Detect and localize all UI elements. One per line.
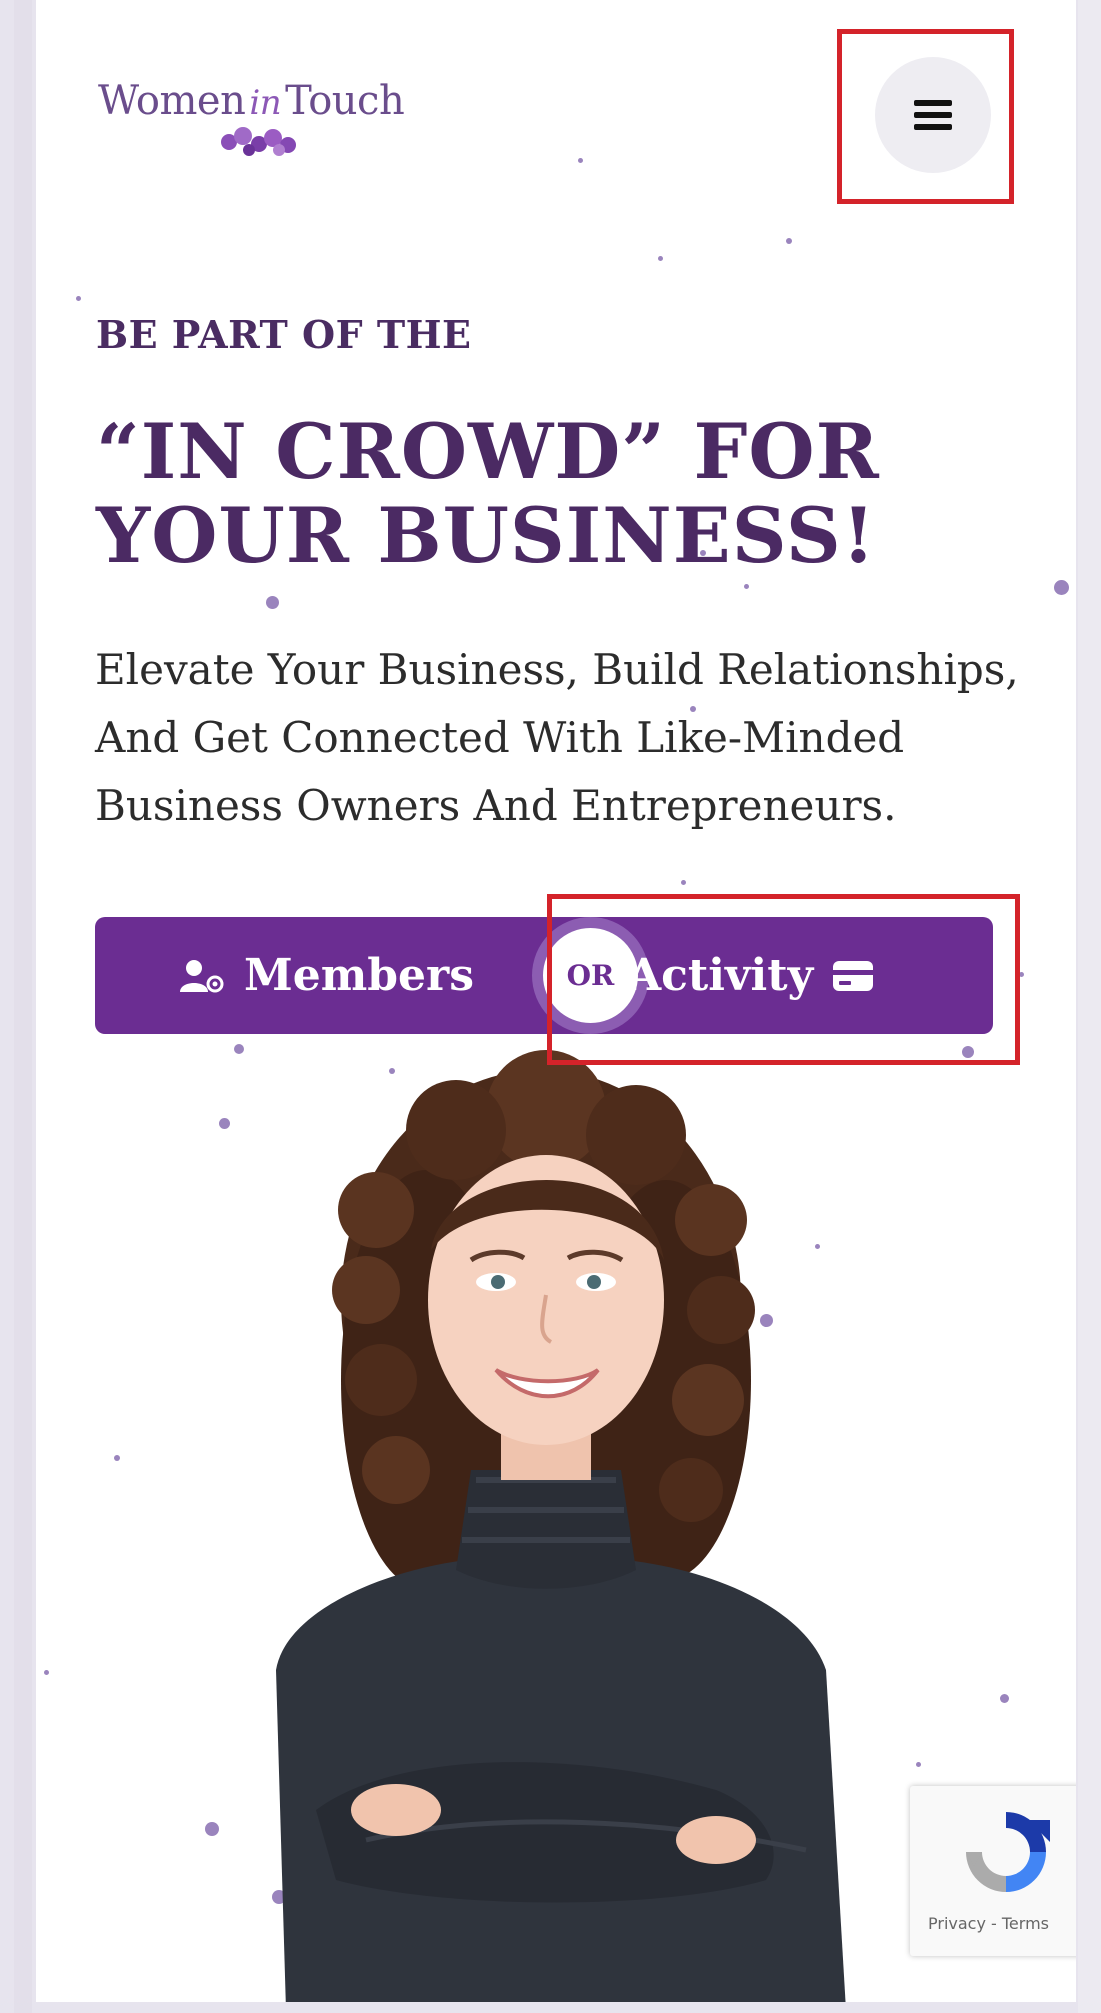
decor-dot	[1019, 972, 1024, 977]
decor-dot	[219, 1118, 230, 1129]
logo-word-women: Women	[98, 78, 246, 124]
decor-dot	[916, 1762, 921, 1767]
decor-dot	[962, 1046, 974, 1058]
hamburger-menu-icon	[914, 100, 952, 130]
activity-label: Activity	[627, 950, 814, 1001]
decor-dot	[114, 1455, 120, 1461]
decor-dot	[234, 1044, 244, 1054]
recaptcha-icon	[966, 1812, 1050, 1892]
members-button[interactable]: Members	[180, 917, 474, 1034]
logo-word-touch: Touch	[285, 78, 405, 124]
decor-dot	[578, 158, 583, 163]
hero-subtext: Elevate Your Business, Build Relationshi…	[95, 645, 1019, 830]
site-logo[interactable]: Women in Touch	[98, 78, 458, 168]
card-icon	[833, 960, 874, 991]
page-left-edge	[14, 0, 32, 2013]
hero-portrait-image	[276, 1050, 846, 2002]
hamburger-menu-button[interactable]	[875, 57, 991, 173]
members-label: Members	[244, 950, 474, 1001]
hero-headline: “IN CROWD” FOR YOUR BUSINESS!	[96, 407, 880, 580]
cta-bar: Members OR Activity	[95, 917, 993, 1034]
decor-dot	[1054, 580, 1069, 595]
or-divider: OR	[543, 928, 638, 1023]
recaptcha-links[interactable]: Privacy - Terms	[928, 1914, 1049, 1933]
page-frame: Women in Touch BE PART OF THE “IN CROWD” F…	[36, 0, 1076, 2002]
activity-button[interactable]: Activity	[627, 917, 875, 1034]
hero-eyebrow: BE PART OF THE	[96, 312, 472, 357]
decor-dot	[744, 584, 749, 589]
logo-wordmark: Women in Touch	[98, 78, 405, 124]
decor-dot	[266, 596, 279, 609]
decor-dot	[205, 1822, 219, 1836]
decor-dot	[1000, 1694, 1009, 1703]
decor-dot	[44, 1670, 49, 1675]
logo-flowers-icon	[221, 127, 296, 156]
decor-dot	[76, 296, 81, 301]
decor-dot	[681, 880, 686, 885]
page-right-edge	[1078, 0, 1101, 2013]
recaptcha-badge[interactable]: Privacy - Terms	[910, 1786, 1076, 1956]
user-gear-icon	[180, 959, 224, 992]
decor-dot	[786, 238, 792, 244]
decor-dot	[658, 256, 663, 261]
logo-word-in: in	[249, 83, 282, 123]
